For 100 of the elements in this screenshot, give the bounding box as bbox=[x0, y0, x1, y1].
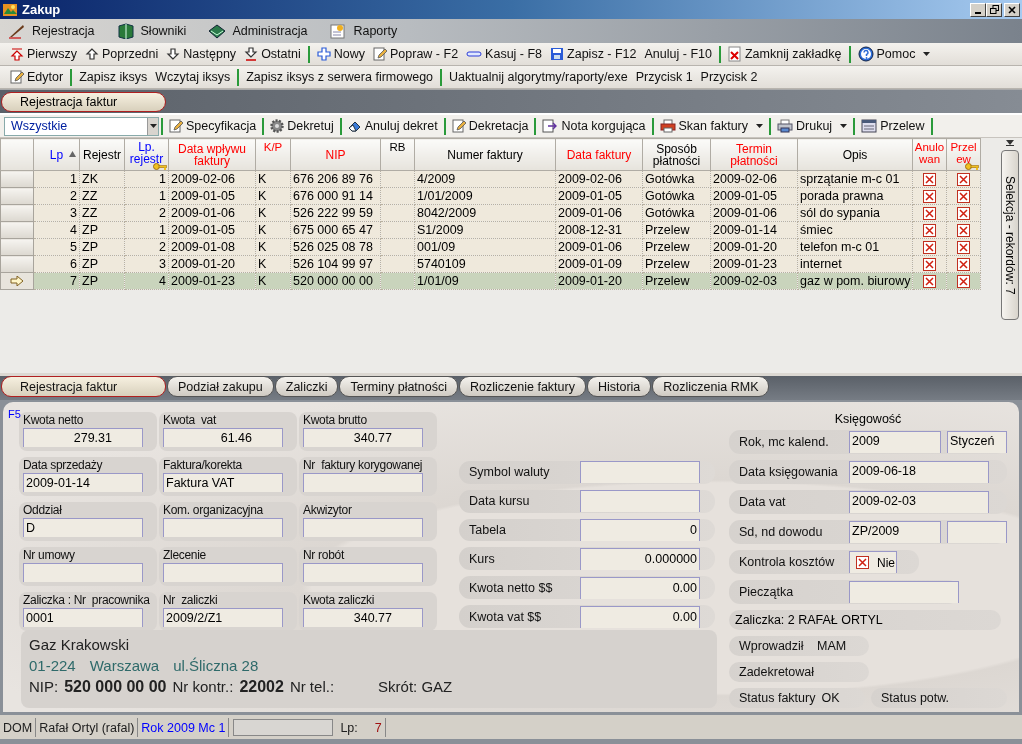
input-field[interactable] bbox=[849, 581, 959, 603]
close-button[interactable] bbox=[1004, 2, 1020, 17]
toolbar-button[interactable]: Nota korgująca bbox=[538, 119, 650, 133]
dropdown-button[interactable]: Skan faktury bbox=[655, 119, 767, 133]
input-field[interactable]: D bbox=[23, 518, 143, 537]
toolbar-button[interactable]: Anuluj dekret bbox=[343, 119, 442, 133]
input-field[interactable]: 0.00 bbox=[580, 605, 700, 628]
input-field[interactable] bbox=[947, 521, 1007, 543]
input-field[interactable]: 2009/2/Z1 bbox=[163, 608, 283, 627]
tab[interactable]: Rejestracja faktur bbox=[1, 376, 166, 397]
checkbox-crossed[interactable] bbox=[957, 189, 970, 203]
checkbox-crossed[interactable] bbox=[923, 274, 936, 288]
toolbar-button[interactable]: Następny bbox=[162, 44, 241, 64]
table-row[interactable]: 6 ZP 3 2009-01-20 K 526 104 99 97 5740109 2009-01-09 Przelew 2009-01-23 internet bbox=[0, 255, 981, 273]
column-header[interactable]: Opis bbox=[797, 138, 913, 171]
tab[interactable]: Rozliczenie faktury bbox=[459, 376, 586, 397]
input-field[interactable]: 2009-06-18 bbox=[849, 461, 989, 483]
input-field[interactable]: 0.000000 bbox=[580, 547, 700, 570]
checkbox-crossed[interactable] bbox=[957, 274, 970, 288]
toolbar-button[interactable]: Anuluj - F10 bbox=[640, 44, 716, 64]
toolbar-button[interactable]: Przycisk 2 bbox=[696, 67, 762, 87]
tab[interactable]: Terminy płatności bbox=[339, 376, 459, 397]
toolbar-button[interactable]: Edytor bbox=[6, 67, 68, 87]
checkbox-crossed[interactable] bbox=[957, 240, 970, 254]
toolbar-button[interactable]: Wczytaj iksys bbox=[151, 67, 235, 87]
minimize-button[interactable] bbox=[970, 2, 986, 17]
menu-item[interactable]: Słowniki bbox=[116, 23, 187, 39]
column-header[interactable]: Sposób płatności bbox=[642, 138, 711, 171]
checkbox-crossed[interactable] bbox=[957, 223, 970, 237]
tab[interactable]: Zaliczki bbox=[274, 376, 339, 397]
checkbox-crossed[interactable] bbox=[923, 240, 936, 254]
input-field[interactable]: 279.31 bbox=[23, 428, 143, 447]
input-field[interactable]: 2009 bbox=[849, 431, 941, 453]
column-header[interactable]: Rejestr bbox=[79, 138, 125, 171]
column-header[interactable]: K/P bbox=[255, 138, 291, 171]
toolbar-button[interactable]: Dekretacja bbox=[447, 119, 533, 133]
input-field[interactable]: ZP/2009 bbox=[849, 521, 941, 543]
table-row[interactable]: 4 ZP 1 2009-01-05 K 675 000 65 47 S1/2009 2008-12-31 Przelew 2009-01-14 śmiec bbox=[0, 221, 981, 239]
input-field[interactable] bbox=[163, 518, 283, 537]
toolbar-button[interactable]: Dekretuj bbox=[266, 119, 338, 133]
checkbox-crossed[interactable] bbox=[957, 172, 970, 186]
input-field[interactable] bbox=[580, 461, 700, 484]
input-field[interactable] bbox=[303, 518, 423, 537]
toolbar-button[interactable]: Specyfikacja bbox=[165, 119, 261, 133]
checkbox-crossed[interactable] bbox=[957, 257, 970, 271]
column-header[interactable]: Anulowan bbox=[912, 138, 947, 171]
table-row[interactable]: 2 ZZ 1 2009-01-05 K 676 000 91 14 1/01/2009 2009-01-05 Gotówka 2009-01-05 porada prawna bbox=[0, 187, 981, 205]
input-field[interactable]: 2009-01-14 bbox=[23, 473, 143, 492]
table-row[interactable]: 7 ZP 4 2009-01-23 K 520 000 00 00 1/01/09 2009-01-20 Przelew 2009-02-03 gaz w pom. biurowy bbox=[0, 272, 981, 290]
toolbar-button[interactable]: Zamknij zakładkę bbox=[723, 44, 846, 64]
checkbox-crossed[interactable] bbox=[923, 223, 936, 237]
filter-dropdown[interactable]: Wszystkie bbox=[4, 116, 159, 136]
input-field[interactable]: Faktura VAT bbox=[163, 473, 283, 492]
tab[interactable]: Rozliczenia RMK bbox=[652, 376, 770, 397]
column-header[interactable]: Numer faktury bbox=[414, 138, 556, 171]
menu-item[interactable]: Raporty bbox=[329, 23, 398, 39]
toolbar-button[interactable]: Kasuj - F8 bbox=[462, 44, 547, 64]
toolbar-button[interactable]: Popraw - F2 bbox=[369, 44, 463, 64]
toolbar-button[interactable]: Ostatni bbox=[240, 44, 305, 64]
toolbar-button[interactable]: Zapisz iksys z serwera firmowego bbox=[242, 67, 438, 87]
column-header[interactable]: Lp bbox=[33, 138, 80, 171]
input-field[interactable]: 2009-02-03 bbox=[849, 491, 989, 513]
input-field[interactable]: 340.77 bbox=[303, 428, 423, 447]
input-field[interactable] bbox=[163, 563, 283, 582]
toolbar-button[interactable]: Uaktualnij algorytmy/raporty/exe bbox=[445, 67, 632, 87]
menu-item[interactable]: Administracja bbox=[208, 23, 308, 39]
restore-button[interactable] bbox=[986, 2, 1002, 17]
checkbox-crossed[interactable] bbox=[923, 206, 936, 220]
column-header[interactable]: Przelew bbox=[946, 138, 981, 171]
checkbox-crossed[interactable] bbox=[923, 172, 936, 186]
side-tab[interactable]: Selekcja - rekordów: 7 bbox=[1001, 150, 1019, 320]
table-row[interactable]: 1 ZK 1 2009-02-06 K 676 206 89 76 4/2009 2009-02-06 Gotówka 2009-02-06 sprzątanie m-c 01 bbox=[0, 170, 981, 188]
checkbox-crossed[interactable] bbox=[923, 189, 936, 203]
input-field[interactable]: 0001 bbox=[23, 608, 143, 627]
tab[interactable]: Podział zakupu bbox=[167, 376, 274, 397]
checkbox-crossed[interactable] bbox=[856, 556, 869, 569]
input-field[interactable]: 340.77 bbox=[303, 608, 423, 627]
input-field[interactable]: 0 bbox=[580, 519, 700, 542]
column-header[interactable]: Lp. rejestr bbox=[124, 138, 169, 171]
column-header[interactable]: Data wpływu faktury bbox=[168, 138, 256, 171]
column-header[interactable]: Termin płatności bbox=[710, 138, 798, 171]
toolbar-button[interactable]: Zapisz - F12 bbox=[546, 44, 641, 64]
table-row[interactable]: 3 ZZ 2 2009-01-06 K 526 222 99 59 8042/2009 2009-01-06 Gotówka 2009-01-06 sól do sypania bbox=[0, 204, 981, 222]
dropdown-button[interactable]: Drukuj bbox=[773, 119, 852, 133]
menu-item[interactable]: Rejestracja bbox=[8, 23, 95, 39]
input-field[interactable]: 0.00 bbox=[580, 576, 700, 599]
checkbox-crossed[interactable] bbox=[923, 257, 936, 271]
tab[interactable]: Historia bbox=[586, 376, 652, 397]
input-field[interactable] bbox=[303, 473, 423, 492]
toolbar-button[interactable]: Pierwszy bbox=[6, 44, 81, 64]
dropdown-button[interactable]: Pomoc bbox=[853, 44, 935, 64]
input-field[interactable]: 61.46 bbox=[163, 428, 283, 447]
toolbar-button[interactable]: Przycisk 1 bbox=[631, 67, 697, 87]
table-row[interactable]: 5 ZP 2 2009-01-08 K 526 025 08 78 001/09 2009-01-06 Przelew 2009-01-20 telefon m-c 01 bbox=[0, 238, 981, 256]
toolbar-button[interactable]: Zapisz iksys bbox=[75, 67, 152, 87]
column-header[interactable]: RB bbox=[380, 138, 415, 171]
input-field[interactable] bbox=[23, 563, 143, 582]
input-field[interactable] bbox=[580, 490, 700, 513]
toolbar-button[interactable]: Przelew bbox=[857, 119, 929, 133]
tab[interactable]: Rejestracja faktur bbox=[1, 92, 166, 112]
